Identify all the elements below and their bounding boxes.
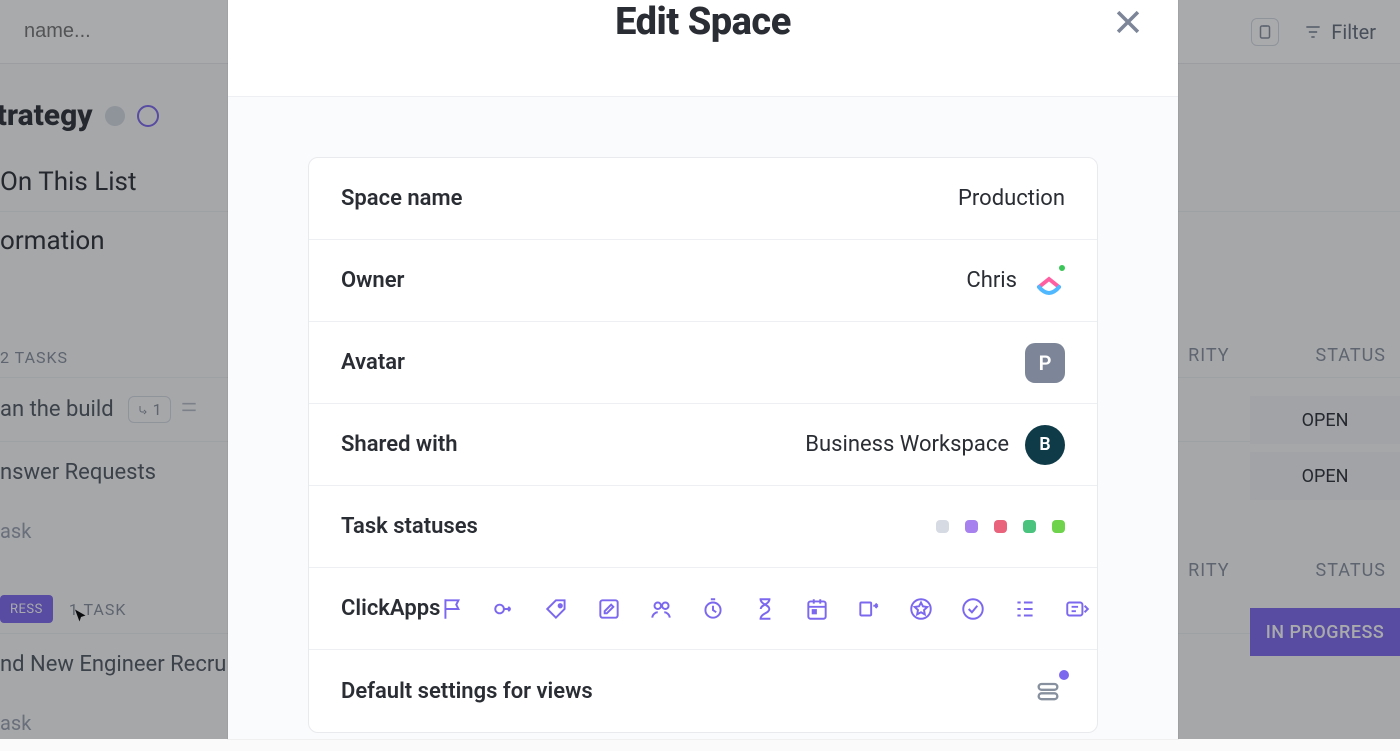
avatar-row[interactable]: Avatar P [309, 322, 1097, 404]
clickapps-row[interactable]: ClickApps [309, 568, 1097, 650]
status-dot [1052, 520, 1065, 533]
list-view-icon [1034, 677, 1062, 705]
modal-header: Edit Space [228, 0, 1178, 97]
row-label: Shared with [341, 432, 458, 457]
notification-dot-icon [1059, 670, 1069, 680]
space-name-row[interactable]: Space name Production [309, 158, 1097, 240]
status-dot [994, 520, 1007, 533]
edit-icon [596, 596, 622, 622]
space-avatar: P [1025, 343, 1065, 383]
clickapps-icons [440, 596, 1098, 622]
row-label: Task statuses [341, 514, 478, 539]
task-statuses-row[interactable]: Task statuses [309, 486, 1097, 568]
status-dot [1023, 520, 1036, 533]
calendar-icon [804, 596, 830, 622]
tag-icon [544, 596, 570, 622]
views-icon-wrap [1031, 674, 1065, 708]
custom-task-id-icon [1064, 596, 1090, 622]
presence-dot-icon [1057, 263, 1067, 273]
row-label: Space name [341, 186, 462, 211]
default-views-row[interactable]: Default settings for views [309, 650, 1097, 732]
status-dots [936, 520, 1065, 533]
owner-row[interactable]: Owner Chris [309, 240, 1097, 322]
time-estimate-icon [752, 596, 778, 622]
close-icon [1111, 5, 1145, 39]
shared-with-name: Business Workspace [805, 432, 1009, 457]
list-icon [1012, 596, 1038, 622]
row-label: Default settings for views [341, 679, 593, 704]
sprint-points-icon [908, 596, 934, 622]
settings-card: Space name Production Owner Chris [308, 157, 1098, 733]
assignees-icon [648, 596, 674, 622]
close-button[interactable] [1106, 0, 1150, 44]
edit-space-modal: Edit Space Space name Production Owner C… [228, 0, 1178, 739]
modal-title: Edit Space [615, 0, 791, 44]
remap-icon [856, 596, 882, 622]
row-value: Production [958, 186, 1065, 211]
dependency-icon [492, 596, 518, 622]
row-label: Owner [341, 268, 404, 293]
modal-body: Space name Production Owner Chris [228, 97, 1178, 739]
row-label: ClickApps [341, 596, 440, 621]
status-dot [936, 520, 949, 533]
shared-with-row[interactable]: Shared with Business Workspace B [309, 404, 1097, 486]
time-tracking-icon [700, 596, 726, 622]
owner-name: Chris [966, 268, 1017, 293]
check-circle-icon [960, 596, 986, 622]
status-dot [965, 520, 978, 533]
workspace-avatar: B [1025, 425, 1065, 465]
owner-avatar [1033, 265, 1065, 297]
row-label: Avatar [341, 350, 405, 375]
flag-icon [440, 596, 466, 622]
